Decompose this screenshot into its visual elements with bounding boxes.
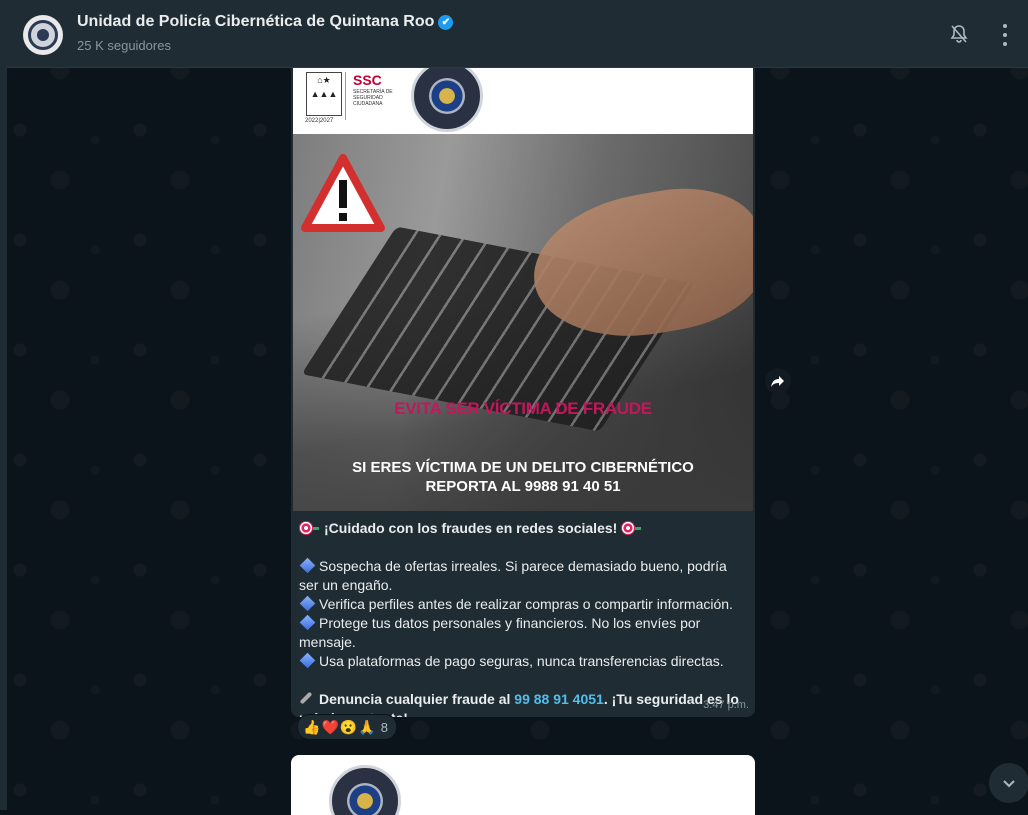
bell-off-icon[interactable] [947, 22, 971, 46]
diamond-icon [299, 614, 316, 631]
diamond-icon [299, 595, 316, 612]
image-report-text: SI ERES VÍCTIMA DE UN DELITO CIBERNÉTICO… [293, 458, 753, 496]
logo-band: ⌂★ ▲▲▲ 2022|2027 SSC SECRETARÍA DE SEGURI… [293, 68, 753, 134]
caption-heading: ¡Cuidado con los fraudes en redes social… [299, 519, 749, 538]
reaction-emoji: 😮 [339, 719, 358, 735]
image-report-line2: REPORTA AL 9988 91 40 51 [425, 478, 621, 495]
ssc-logo-text: SSC [353, 72, 382, 88]
reaction-emoji: ❤️ [321, 719, 339, 735]
cyber-police-badge-logo [411, 68, 483, 132]
reaction-count: 8 [380, 719, 388, 735]
follower-count: 25 K seguidores [77, 38, 171, 53]
image-report-line1: SI ERES VÍCTIMA DE UN DELITO CIBERNÉTICO [352, 459, 694, 476]
state-logo-year: 2022|2027 [305, 118, 334, 124]
cyber-police-badge-logo [329, 765, 401, 815]
reaction-emoji: 👍 [303, 719, 321, 735]
caption-cta: Denuncia cualquier fraude al 99 88 91 40… [299, 690, 749, 717]
diamond-icon [299, 652, 316, 669]
channel-name: Unidad de Policía Cibernética de Quintan… [77, 13, 435, 30]
kebab-menu-icon[interactable] [997, 24, 1013, 46]
reaction-emoji: 🙏 [358, 719, 376, 735]
tip-item: Verifica perfiles antes de realizar comp… [299, 595, 749, 614]
chevron-down-icon[interactable] [989, 763, 1028, 803]
channel-post[interactable]: ⌂★ ▲▲▲ 2022|2027 SSC SECRETARÍA DE SEGURI… [291, 68, 755, 717]
ssc-logo-subtext: SECRETARÍA DE SEGURIDAD CIUDADANA [353, 89, 393, 107]
channel-avatar[interactable] [23, 15, 63, 55]
forward-icon[interactable] [765, 368, 791, 394]
state-shield-logo: ⌂★ ▲▲▲ [306, 72, 342, 116]
link-icon [299, 691, 313, 705]
verified-badge-icon: ✔ [438, 15, 454, 30]
channel-title[interactable]: Unidad de Policía Cibernética de Quintan… [77, 13, 454, 31]
laptop-photo: EVITA SER VÍCTIMA DE FRAUDE SI ERES VÍCT… [293, 134, 753, 511]
reactions-pill[interactable]: 👍 ❤️ 😮 🙏 8 [297, 714, 397, 740]
dart-icon [621, 521, 636, 535]
channel-header[interactable]: Unidad de Policía Cibernética de Quintan… [7, 0, 1028, 68]
warning-triangle-icon [301, 154, 385, 232]
diamond-icon [299, 557, 316, 574]
image-headline: EVITA SER VÍCTIMA DE FRAUDE [394, 399, 652, 418]
tip-item: Sospecha de ofertas irreales. Si parece … [299, 557, 727, 593]
left-edge-strip [0, 0, 7, 810]
post-image[interactable]: ⌂★ ▲▲▲ 2022|2027 SSC SECRETARÍA DE SEGURI… [293, 68, 753, 511]
logo-divider [345, 72, 346, 120]
message-time: 3:47 p.m. [703, 699, 749, 711]
dart-icon [299, 521, 313, 535]
tip-item: Usa plataformas de pago seguras, nunca t… [299, 652, 749, 671]
next-post-preview[interactable] [291, 755, 755, 815]
post-caption: ¡Cuidado con los fraudes en redes social… [299, 519, 749, 717]
phone-link[interactable]: 99 88 91 4051 [514, 691, 604, 707]
tip-item: Protege tus datos personales y financier… [299, 614, 701, 650]
